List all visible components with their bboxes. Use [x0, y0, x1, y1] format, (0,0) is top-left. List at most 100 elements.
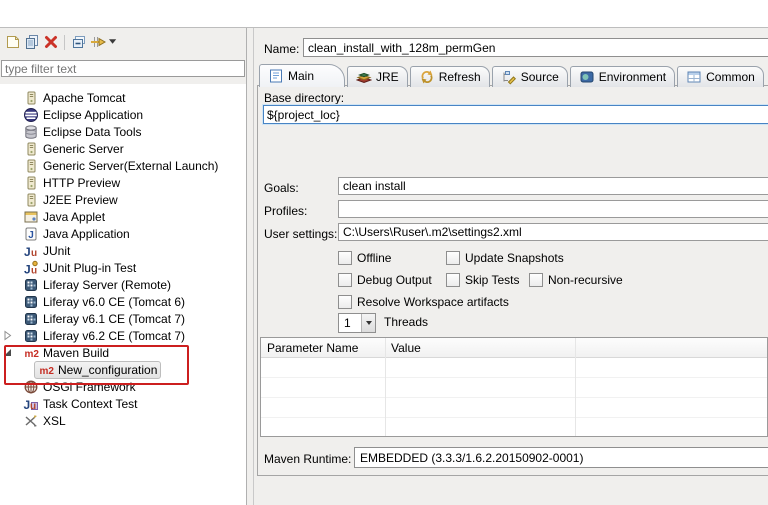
skip-tests-checkbox[interactable]: Skip Tests	[446, 273, 519, 287]
tree-item-j2ee-preview[interactable]: J2EE Preview	[0, 191, 246, 208]
tree-item-label: OSGi Framework	[43, 379, 136, 394]
server-icon	[23, 141, 39, 157]
tab-jre-icon	[356, 69, 373, 85]
tree-item-label: Task Context Test	[43, 396, 138, 411]
tab-bar: Main JRE Refresh Source Environment Common	[259, 62, 766, 87]
offline-checkbox[interactable]: Offline	[338, 251, 391, 265]
checkbox-box[interactable]	[338, 273, 352, 287]
tree-item-label: Liferay Server (Remote)	[43, 277, 172, 292]
java-icon: J	[23, 226, 39, 242]
column-parameter-name[interactable]: Parameter Name	[261, 341, 385, 355]
checkbox-box[interactable]	[446, 273, 460, 287]
debug-output-checkbox[interactable]: Debug Output	[338, 273, 432, 287]
checkbox-box[interactable]	[338, 251, 352, 265]
tree-item-java-application[interactable]: J Java Application	[0, 225, 246, 242]
base-directory-label: Base directory:	[264, 91, 345, 105]
config-type-tree: Apache Tomcat Eclipse Application Eclipse …	[0, 84, 246, 505]
tab-refresh-icon	[419, 69, 435, 85]
m2-icon: m2	[38, 362, 55, 378]
collapse-arrow-icon[interactable]	[3, 347, 13, 358]
collapse-all-icon[interactable]	[69, 33, 88, 51]
filter-input[interactable]	[1, 60, 245, 77]
config-name-input[interactable]	[303, 38, 768, 57]
toolbar-separator	[64, 34, 65, 50]
user-settings-input[interactable]	[338, 223, 768, 241]
tree-item-liferay-v6-0-ce-tomcat-6[interactable]: Liferay v6.0 CE (Tomcat 6)	[0, 293, 246, 310]
checkbox-label: Skip Tests	[465, 273, 520, 287]
checkbox-box[interactable]	[529, 273, 543, 287]
update-snapshots-checkbox[interactable]: Update Snapshots	[446, 251, 564, 265]
server-icon	[23, 175, 39, 191]
base-directory-input[interactable]	[263, 105, 768, 124]
table-row[interactable]	[261, 378, 767, 398]
tree-item-junit-plug-in-test[interactable]: Ju JUnit Plug-in Test	[0, 259, 246, 276]
tree-item-generic-server[interactable]: Generic Server	[0, 140, 246, 157]
new-configuration-icon[interactable]	[3, 33, 22, 51]
tree-item-label: Apache Tomcat	[43, 90, 126, 105]
tab-environment-icon	[579, 69, 595, 85]
checkbox-box[interactable]	[338, 295, 352, 309]
resolve-workspace-artifacts-checkbox[interactable]: Resolve Workspace artifacts	[338, 295, 509, 309]
column-divider	[385, 338, 386, 436]
parameters-table[interactable]: Parameter Name Value	[260, 337, 768, 437]
parameters-table-body	[261, 358, 767, 436]
threads-dropdown-button[interactable]	[361, 314, 375, 332]
tree-item-label: Liferay v6.2 CE (Tomcat 7)	[43, 328, 186, 343]
server-icon	[23, 192, 39, 208]
maven-runtime-value: EMBEDDED (3.3.3/1.6.2.20150902-0001)	[360, 450, 584, 465]
tab-label: Environment	[598, 70, 667, 84]
table-row[interactable]	[261, 398, 767, 418]
tab-main-icon	[268, 68, 284, 84]
delete-configuration-icon[interactable]	[41, 33, 60, 51]
tree-item-task-context-test[interactable]: Ju Task Context Test	[0, 395, 246, 412]
checkbox-label: Non-recursive	[548, 273, 623, 287]
threads-label: Threads	[384, 315, 429, 329]
tree-item-generic-server-external-launch[interactable]: Generic Server(External Launch)	[0, 157, 246, 174]
duplicate-configuration-icon[interactable]	[22, 33, 41, 51]
tree-item-http-preview[interactable]: HTTP Preview	[0, 174, 246, 191]
parameters-table-header[interactable]: Parameter Name Value	[261, 338, 767, 358]
tab-label: Source	[520, 70, 559, 84]
tab-environment[interactable]: Environment	[569, 66, 676, 87]
maven-runtime-select[interactable]: EMBEDDED (3.3.3/1.6.2.20150902-0001)	[354, 447, 768, 468]
tree-item-eclipse-application[interactable]: Eclipse Application	[0, 106, 246, 123]
config-detail-panel: Name: Main JRE Refresh Source Environment Com…	[253, 28, 768, 505]
checkbox-label: Update Snapshots	[465, 251, 564, 265]
tab-jre[interactable]: JRE	[347, 66, 408, 87]
table-row[interactable]	[261, 418, 767, 436]
osgi-icon	[23, 379, 39, 395]
table-row[interactable]	[261, 358, 767, 378]
tree-item-maven-build[interactable]: m2 Maven Build	[0, 344, 246, 361]
expand-arrow-icon[interactable]	[3, 330, 13, 341]
threads-select[interactable]: 1	[338, 313, 376, 333]
tree-item-apache-tomcat[interactable]: Apache Tomcat	[0, 89, 246, 106]
tab-common[interactable]: Common	[677, 66, 764, 87]
svg-text:J: J	[28, 230, 34, 241]
non-recursive-checkbox[interactable]: Non-recursive	[529, 273, 623, 287]
tree-item-junit[interactable]: Ju JUnit	[0, 242, 246, 259]
tab-common-icon	[686, 69, 702, 85]
tree-item-new-configuration[interactable]: m2 New_configuration	[0, 360, 246, 379]
tab-refresh[interactable]: Refresh	[409, 66, 490, 87]
toolbar-menu-arrow-icon[interactable]	[107, 33, 119, 51]
tree-item-label: Eclipse Data Tools	[43, 124, 142, 139]
tree-item-xsl[interactable]: XSL	[0, 412, 246, 429]
svg-text:u: u	[30, 401, 36, 412]
svg-text:m2: m2	[25, 349, 40, 360]
svg-text:u: u	[31, 265, 37, 276]
column-value[interactable]: Value	[385, 341, 575, 355]
tree-item-liferay-server-remote[interactable]: Liferay Server (Remote)	[0, 276, 246, 293]
profiles-input[interactable]	[338, 200, 768, 218]
tab-source-icon	[501, 69, 517, 85]
tab-main[interactable]: Main	[259, 64, 346, 87]
tab-source[interactable]: Source	[491, 66, 568, 87]
goals-input[interactable]	[338, 177, 768, 195]
tree-item-liferay-v6-1-ce-tomcat-7[interactable]: Liferay v6.1 CE (Tomcat 7)	[0, 310, 246, 327]
tree-item-liferay-v6-2-ce-tomcat-7[interactable]: Liferay v6.2 CE (Tomcat 7)	[0, 327, 246, 344]
tree-item-osgi-framework[interactable]: OSGi Framework	[0, 378, 246, 395]
tree-item-eclipse-data-tools[interactable]: Eclipse Data Tools	[0, 123, 246, 140]
filter-launch-configurations-icon[interactable]	[88, 33, 107, 51]
checkbox-box[interactable]	[446, 251, 460, 265]
column-divider	[575, 338, 576, 436]
tree-item-java-applet[interactable]: Java Applet	[0, 208, 246, 225]
